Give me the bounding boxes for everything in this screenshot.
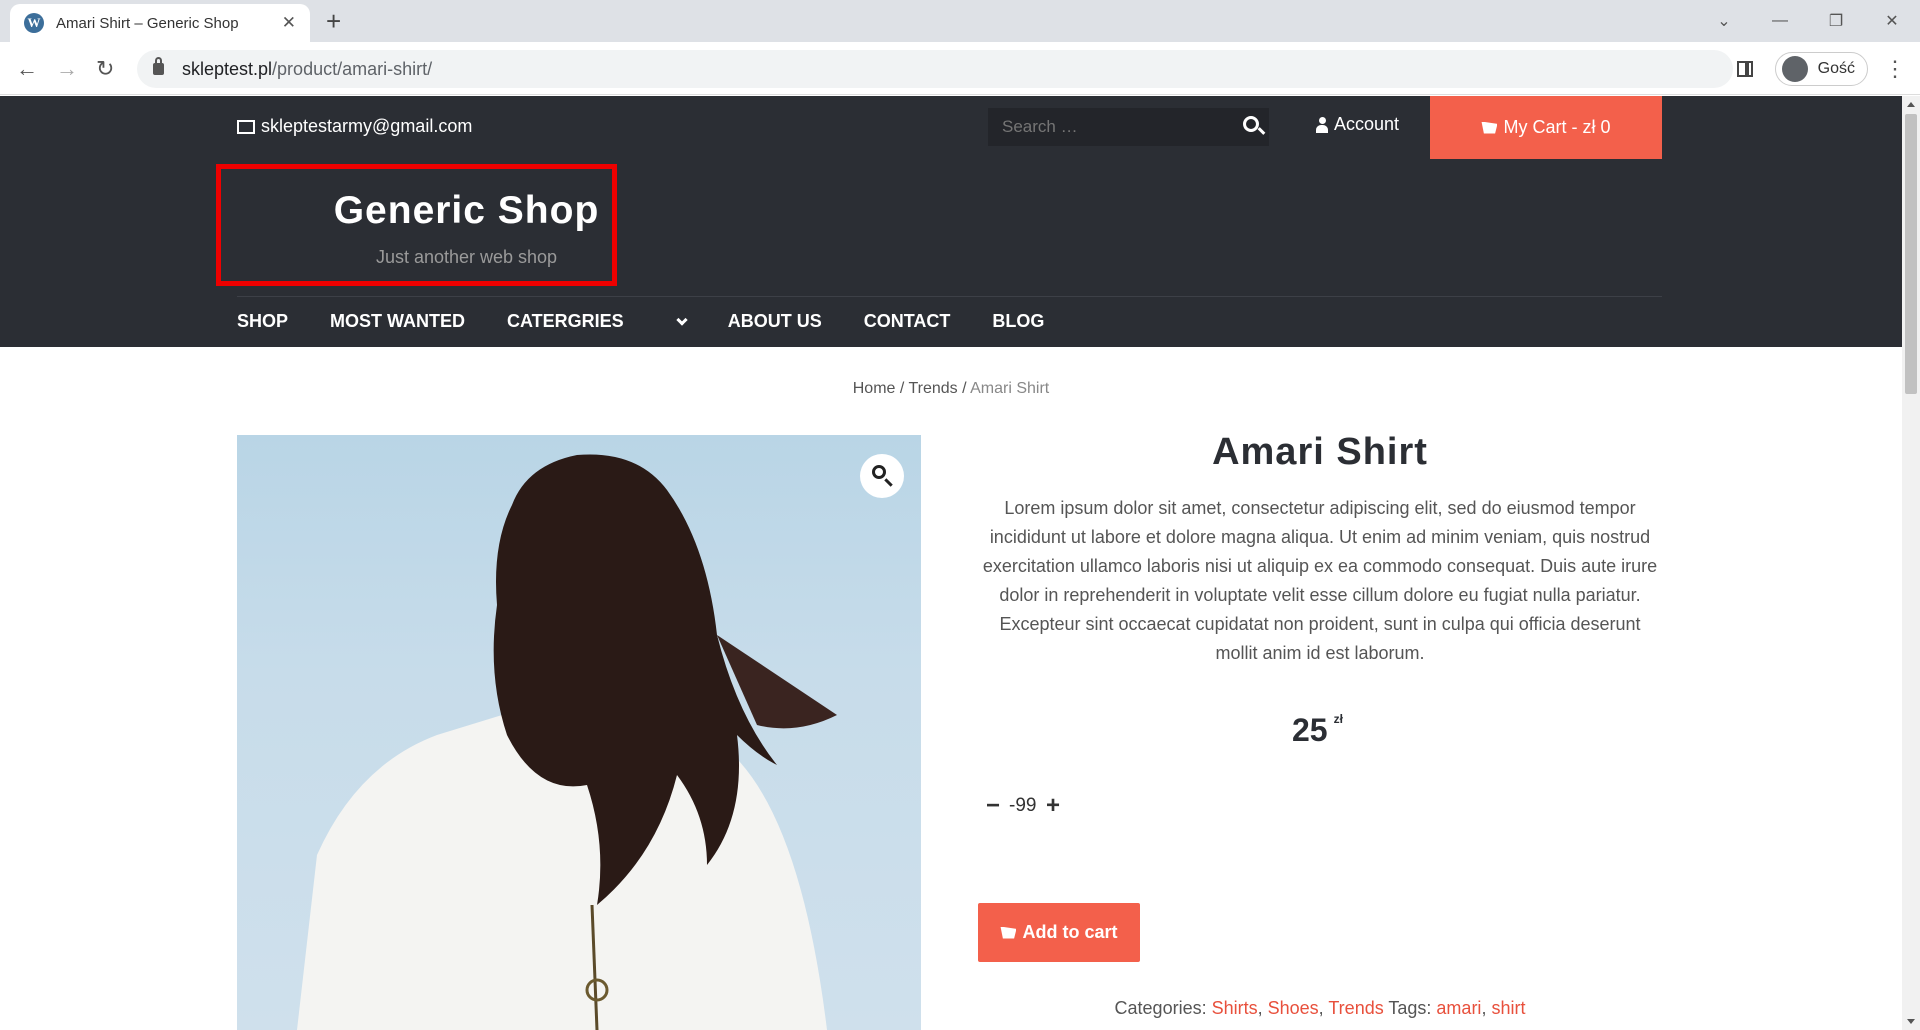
window-controls: ⌄ — ❐ ✕ — [1696, 0, 1920, 42]
breadcrumb-separator: / — [895, 380, 909, 397]
site-title[interactable]: Generic Shop — [221, 189, 612, 233]
quantity-plus-button[interactable]: + — [1043, 792, 1063, 820]
product-price: 25 zł — [1292, 712, 1343, 749]
product-meta: Categories: Shirts, Shoes, Trends Tags: … — [1114, 998, 1526, 1018]
close-tab-icon[interactable]: ✕ — [282, 13, 296, 33]
contact-email[interactable]: skleptestarmy@gmail.com — [237, 116, 472, 137]
url-path: /product/amari-shirt/ — [272, 58, 433, 79]
scroll-up-icon[interactable] — [1907, 102, 1915, 107]
avatar-icon — [1781, 56, 1808, 82]
back-icon[interactable]: ← — [16, 56, 38, 82]
breadcrumb: Home / Trends / Amari Shirt — [0, 380, 1902, 398]
forward-icon[interactable]: → — [56, 56, 78, 82]
product-title: Amari Shirt — [1212, 431, 1428, 473]
page-scrollbar[interactable] — [1902, 96, 1920, 1030]
search-box — [988, 108, 1269, 146]
account-label: Account — [1334, 114, 1400, 134]
top-bar: skleptestarmy@gmail.com Account My Cart … — [0, 96, 1902, 159]
restore-icon[interactable]: ❐ — [1808, 11, 1864, 31]
browser-tab[interactable]: W Amari Shirt – Generic Shop ✕ — [10, 4, 310, 42]
category-link-trends[interactable]: Trends — [1328, 998, 1383, 1018]
menu-item-blog[interactable]: BLOG — [992, 311, 1044, 332]
address-input[interactable]: skleptest.pl/product/amari-shirt/ — [137, 50, 1733, 88]
tab-title: Amari Shirt – Generic Shop — [56, 14, 239, 32]
my-cart-button[interactable]: My Cart - zł 0 — [1430, 96, 1662, 159]
product-description: Lorem ipsum dolor sit amet, consectetur … — [982, 498, 1658, 663]
search-icon[interactable] — [1243, 116, 1259, 132]
add-to-cart-label: Add to cart — [1022, 922, 1118, 942]
scroll-down-icon[interactable] — [1907, 1019, 1915, 1024]
profile-button[interactable]: Gość — [1774, 52, 1868, 86]
browser-menu-icon[interactable]: ⋮ — [1884, 56, 1906, 82]
side-panel-icon[interactable] — [1736, 61, 1753, 77]
cart-icon — [1000, 926, 1017, 939]
breadcrumb-trends[interactable]: Trends — [908, 380, 957, 397]
breadcrumb-home[interactable]: Home — [853, 380, 896, 397]
breadcrumb-separator: / — [957, 380, 971, 397]
price-currency: zł — [1333, 712, 1343, 726]
browser-tab-strip: W Amari Shirt – Generic Shop ✕ + ⌄ — ❐ ✕ — [0, 0, 1920, 42]
categories-label: Categories: — [1114, 998, 1212, 1018]
menu-item-categories[interactable]: CATERGRIES — [507, 311, 688, 332]
minimize-icon[interactable]: — — [1752, 12, 1808, 30]
menu-item-contact[interactable]: CONTACT — [864, 311, 951, 332]
cart-icon — [1481, 121, 1498, 134]
tags-label: Tags: — [1383, 998, 1437, 1018]
tag-link-amari[interactable]: amari — [1436, 998, 1481, 1018]
envelope-icon — [237, 119, 255, 134]
close-window-icon[interactable]: ✕ — [1864, 11, 1920, 31]
wordpress-favicon-icon: W — [24, 13, 44, 33]
menu-item-most-wanted[interactable]: MOST WANTED — [330, 311, 465, 332]
address-bar-row: ← → ↻ skleptest.pl/product/amari-shirt/ … — [0, 42, 1920, 95]
product-image[interactable] — [237, 435, 921, 1030]
reload-icon[interactable]: ↻ — [96, 56, 114, 82]
chevron-down-icon — [676, 313, 688, 326]
site-branding[interactable]: Generic Shop Just another web shop — [216, 164, 617, 286]
quantity-minus-button[interactable]: − — [983, 792, 1003, 820]
url-domain: skleptest.pl — [182, 58, 273, 79]
account-link[interactable]: Account — [1316, 114, 1399, 135]
product-photo — [297, 454, 837, 1030]
main-menu: SHOP MOST WANTED CATERGRIES ABOUT US CON… — [237, 311, 1086, 332]
category-link-shirts[interactable]: Shirts — [1212, 998, 1258, 1018]
search-input[interactable] — [1002, 117, 1232, 137]
email-text: skleptestarmy@gmail.com — [261, 116, 473, 136]
header-divider — [237, 296, 1662, 297]
zoom-icon[interactable] — [860, 454, 904, 498]
menu-item-categories-label: CATERGRIES — [507, 311, 624, 331]
tag-link-shirt[interactable]: shirt — [1491, 998, 1525, 1018]
scrollbar-thumb[interactable] — [1905, 114, 1917, 394]
cart-label: My Cart - zł 0 — [1503, 117, 1611, 137]
new-tab-icon[interactable]: + — [326, 6, 341, 37]
price-value: 25 — [1292, 712, 1328, 748]
site-tagline: Just another web shop — [375, 247, 558, 267]
quantity-stepper: − -99 + — [983, 792, 1063, 820]
tab-search-icon[interactable]: ⌄ — [1696, 11, 1752, 31]
site-header: Generic Shop Just another web shop SHOP … — [0, 159, 1902, 347]
breadcrumb-current: Amari Shirt — [970, 380, 1050, 397]
menu-item-shop[interactable]: SHOP — [237, 311, 288, 332]
category-link-shoes[interactable]: Shoes — [1268, 998, 1319, 1018]
profile-name: Gość — [1817, 60, 1855, 77]
quantity-input[interactable]: -99 — [1009, 795, 1037, 817]
add-to-cart-button[interactable]: Add to cart — [978, 903, 1140, 962]
lock-icon — [153, 57, 164, 75]
menu-item-about-us[interactable]: ABOUT US — [728, 311, 822, 332]
page-content: skleptestarmy@gmail.com Account My Cart … — [0, 96, 1902, 1030]
user-icon — [1316, 116, 1328, 133]
